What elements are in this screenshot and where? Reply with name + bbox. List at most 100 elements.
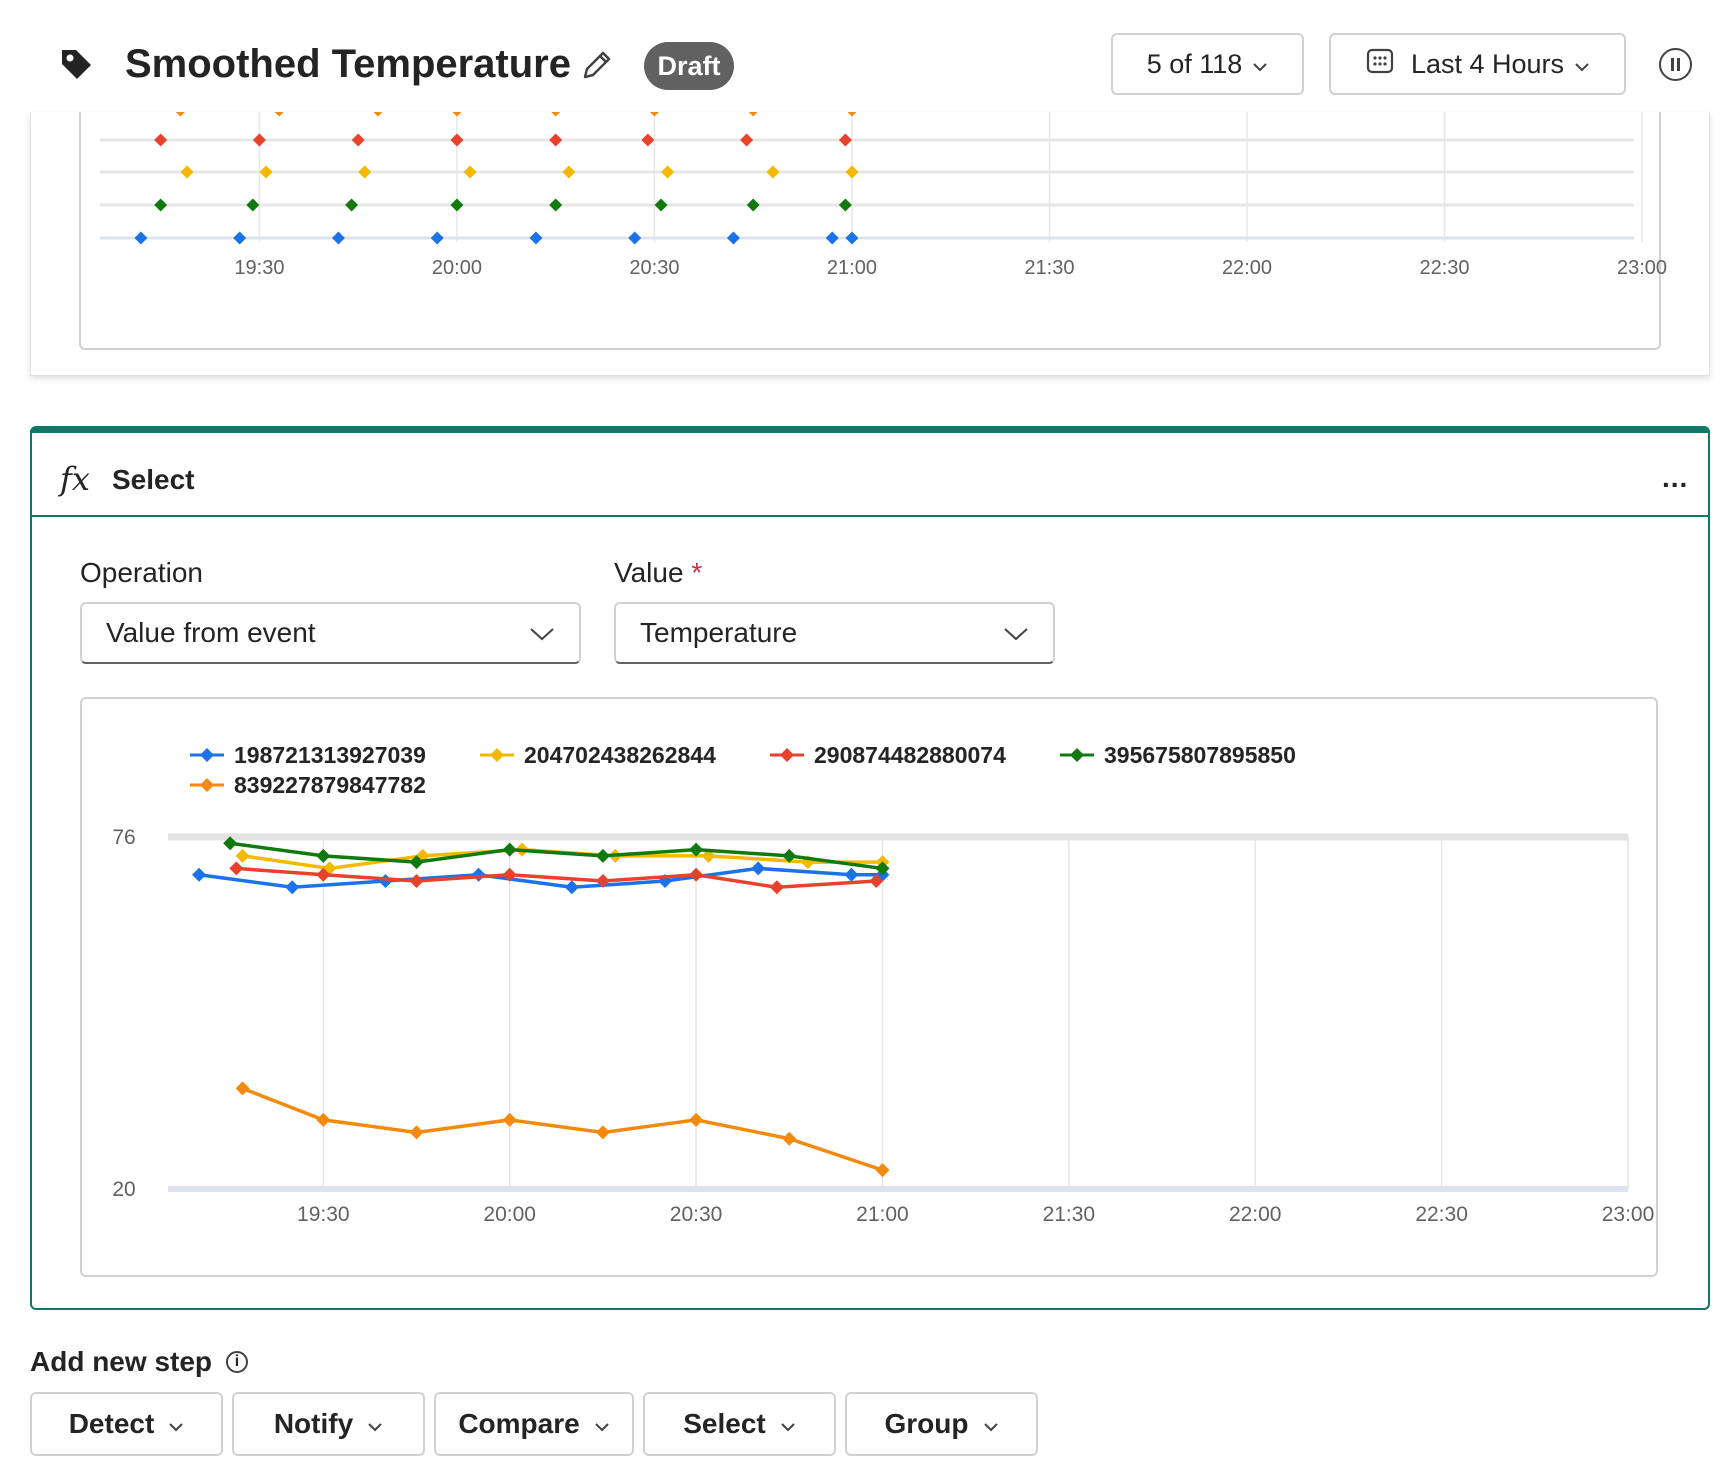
data-point bbox=[235, 1081, 250, 1096]
event-point bbox=[845, 231, 859, 245]
event-point bbox=[274, 112, 284, 117]
data-point bbox=[502, 842, 517, 857]
legend-marker bbox=[1070, 748, 1084, 762]
x-tick-label: 20:30 bbox=[670, 1203, 723, 1226]
chevron-down-icon bbox=[780, 1408, 796, 1440]
event-point bbox=[358, 165, 372, 179]
x-tick-label: 21:00 bbox=[827, 257, 877, 279]
select-button[interactable]: Select bbox=[643, 1392, 836, 1456]
chevron-down-icon bbox=[1574, 49, 1590, 80]
data-point bbox=[564, 880, 579, 895]
data-point bbox=[471, 867, 486, 882]
compare-label: Compare bbox=[458, 1408, 580, 1439]
event-point bbox=[845, 165, 859, 179]
paging-dropdown[interactable]: 5 of 118 bbox=[1111, 33, 1304, 95]
calendar-icon bbox=[1365, 46, 1395, 83]
value-label: Value * bbox=[614, 557, 703, 588]
paging-label: 5 of 118 bbox=[1146, 48, 1243, 79]
event-point bbox=[549, 198, 563, 212]
chevron-down-icon bbox=[367, 1408, 383, 1440]
add-step-label: Add new step bbox=[30, 1346, 213, 1377]
data-point bbox=[844, 867, 859, 882]
status-badge: Draft bbox=[644, 42, 734, 90]
event-point bbox=[373, 112, 383, 117]
temperature-line-chart: 19:30 20:00 20:30 21:00 21:30 22:00 22:30 23:00… bbox=[112, 742, 1654, 1226]
data-point bbox=[875, 1163, 890, 1178]
data-point bbox=[689, 867, 704, 882]
data-point bbox=[192, 867, 207, 882]
tag-icon bbox=[58, 46, 94, 87]
data-point bbox=[316, 1112, 331, 1127]
event-point bbox=[825, 231, 839, 245]
x-tick-label: 22:00 bbox=[1222, 257, 1272, 279]
event-point bbox=[154, 198, 168, 212]
value-dropdown[interactable]: Temperature bbox=[614, 602, 1055, 664]
data-point bbox=[502, 1112, 517, 1127]
event-point bbox=[661, 165, 675, 179]
pause-icon[interactable] bbox=[1659, 48, 1692, 81]
event-point bbox=[246, 198, 260, 212]
data-point bbox=[316, 848, 331, 863]
card-header-divider bbox=[32, 515, 1708, 517]
event-point bbox=[746, 198, 760, 212]
group-button[interactable]: Group bbox=[845, 1392, 1038, 1456]
event-point bbox=[351, 133, 365, 147]
x-tick-label: 21:30 bbox=[1043, 1203, 1096, 1226]
data-point bbox=[235, 848, 250, 863]
event-point bbox=[838, 133, 852, 147]
event-point bbox=[233, 231, 247, 245]
data-point bbox=[751, 861, 766, 876]
event-point bbox=[430, 231, 444, 245]
value-selected: Temperature bbox=[640, 617, 798, 648]
page-title: Smoothed Temperature bbox=[125, 42, 571, 86]
legend-marker bbox=[490, 748, 504, 762]
compare-button[interactable]: Compare bbox=[434, 1392, 634, 1456]
x-tick-label: 21:00 bbox=[856, 1203, 909, 1226]
x-tick-label: 22:30 bbox=[1419, 257, 1469, 279]
legend-label: 204702438262844 bbox=[524, 742, 716, 768]
more-options-icon[interactable]: ... bbox=[1662, 462, 1688, 494]
x-tick-label: 20:30 bbox=[629, 257, 679, 279]
data-point bbox=[769, 880, 784, 895]
card-title: Select bbox=[112, 464, 195, 495]
event-point bbox=[649, 112, 659, 117]
notify-button[interactable]: Notify bbox=[232, 1392, 425, 1456]
edit-icon[interactable] bbox=[578, 48, 614, 89]
event-point bbox=[529, 231, 543, 245]
event-point bbox=[463, 165, 477, 179]
legend-label: 395675807895850 bbox=[1104, 742, 1296, 768]
series-line bbox=[241, 1086, 884, 1172]
x-tick-label: 20:00 bbox=[432, 257, 482, 279]
info-icon[interactable]: i bbox=[226, 1351, 249, 1373]
event-point bbox=[259, 165, 273, 179]
event-point bbox=[748, 112, 758, 117]
operation-dropdown[interactable]: Value from event bbox=[80, 602, 581, 664]
event-point bbox=[726, 231, 740, 245]
event-point bbox=[562, 165, 576, 179]
event-point bbox=[628, 231, 642, 245]
event-point bbox=[549, 133, 563, 147]
select-label: Select bbox=[683, 1408, 766, 1439]
event-point bbox=[847, 112, 857, 117]
x-tick-label: 22:00 bbox=[1229, 1203, 1282, 1226]
data-point bbox=[229, 861, 244, 876]
operation-value: Value from event bbox=[106, 617, 316, 648]
operation-label: Operation bbox=[80, 557, 203, 588]
chevron-down-icon bbox=[983, 1408, 999, 1440]
event-point bbox=[154, 133, 168, 147]
x-tick-label: 20:00 bbox=[483, 1203, 536, 1226]
data-point bbox=[689, 1112, 704, 1127]
detect-button[interactable]: Detect bbox=[30, 1392, 223, 1456]
data-point bbox=[782, 1131, 797, 1146]
event-point bbox=[766, 165, 780, 179]
data-point bbox=[285, 880, 300, 895]
event-point bbox=[838, 198, 852, 212]
legend-marker bbox=[200, 748, 214, 762]
function-icon: fx bbox=[60, 460, 90, 498]
time-range-dropdown[interactable]: Last 4 Hours bbox=[1329, 33, 1626, 95]
x-tick-label: 19:30 bbox=[234, 257, 284, 279]
event-point bbox=[452, 112, 462, 117]
x-tick-label: 22:30 bbox=[1415, 1203, 1468, 1226]
x-tick-label: 19:30 bbox=[297, 1203, 350, 1226]
time-range-label: Last 4 Hours bbox=[1410, 48, 1565, 79]
